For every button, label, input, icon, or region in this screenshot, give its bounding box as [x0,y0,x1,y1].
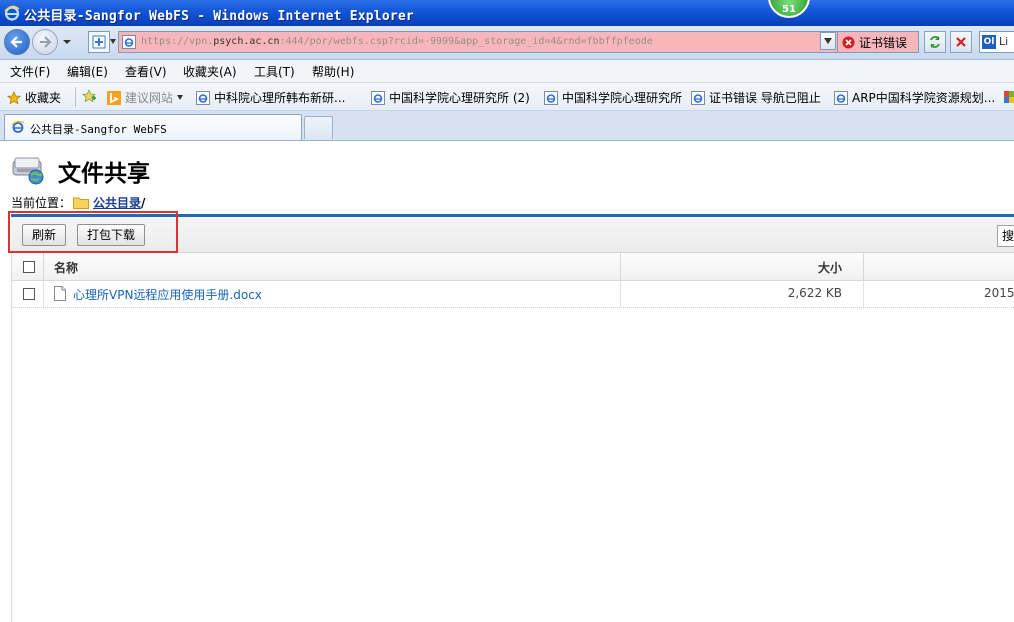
breadcrumb: 当前位置： 公共目录 / [11,194,145,211]
add-favorite-button[interactable] [82,89,96,103]
refresh-page-button[interactable] [924,31,946,53]
certificate-error-button[interactable]: 证书错误 [838,31,919,53]
refresh-icon [930,36,940,48]
new-tab-button[interactable] [304,116,333,139]
add-star-icon [82,89,96,103]
favorite-link-label: 中国科学院心理研究所 [562,91,683,105]
ie-page-icon [691,90,705,105]
ie-page-icon [834,90,848,105]
column-divider [863,281,864,307]
star-icon [7,90,21,104]
compatibility-add-button[interactable] [88,31,110,53]
shield-error-icon [842,36,855,48]
favorite-link-label: 中科院心理所韩布新研... [214,91,346,105]
url-prefix: https://vpn. [141,36,214,47]
file-share-icon [12,157,44,185]
ie-logo-icon [11,120,25,133]
highlight-annotation-box [8,211,178,253]
forward-button[interactable] [32,29,58,55]
favorite-link-3[interactable]: 中国科学院心理研究所 [544,89,682,106]
window-title-bar: 公共目录-Sangfor WebFS - Windows Internet Ex… [0,0,1014,26]
url-field[interactable]: https://vpn.psych.ac.cn:444/por/webfs.cs… [118,31,838,53]
page-title: 文件共享 [58,161,150,187]
document-file-icon [54,286,66,301]
favorite-link-label: 证书错误 导航已阻止 [709,91,821,105]
url-path: :444/por/webfs.csp?rcid=-9999&app_storag… [279,36,653,47]
tab-bar: 公共目录-Sangfor WebFS [0,111,1014,141]
search-provider-icon: Ol [982,35,996,49]
windows-flag-icon[interactable] [1004,90,1014,104]
column-divider [620,281,621,307]
ie-page-icon [371,90,385,105]
favorite-link-2[interactable]: 中国科学院心理研究所 (2) [371,89,530,106]
file-date: 2015 [984,286,1014,300]
favorite-link-5[interactable]: ARP中国科学院资源规划... [834,89,995,106]
row-checkbox[interactable] [23,288,35,300]
history-dropdown-icon[interactable] [62,38,72,46]
url-dropdown-button[interactable] [820,32,836,50]
file-size: 2,622 KB [787,286,842,300]
menu-bar: 文件(F) 编辑(E) 查看(V) 收藏夹(A) 工具(T) 帮助(H) [0,60,1014,83]
select-all-checkbox[interactable] [23,261,35,273]
favorite-link-1[interactable]: 中科院心理所韩布新研... [196,89,345,106]
url-host: psych.ac.cn [213,36,280,47]
file-name-link[interactable]: 心理所VPN远程应用使用手册.docx [73,286,262,303]
column-header-name[interactable]: 名称 [54,259,78,276]
folder-icon [73,197,90,209]
file-grid [11,253,1014,622]
column-divider [863,253,864,280]
certificate-error-label: 证书错误 [859,35,908,50]
chevron-down-icon[interactable] [110,39,116,44]
breadcrumb-separator: / [141,195,146,210]
tab-title: 公共目录-Sangfor WebFS [30,123,167,136]
grid-header: 名称 大小 [12,253,1014,281]
forward-arrow-icon [40,36,52,48]
favorite-link-label: ARP中国科学院资源规划... [852,91,996,105]
ie-page-icon [122,35,136,49]
menu-help[interactable]: 帮助(H) [312,63,354,80]
chevron-down-icon [177,95,184,100]
column-header-size[interactable]: 大小 [632,259,842,276]
bing-icon [107,90,121,105]
favorite-link-4[interactable]: 证书错误 导航已阻止 [691,89,821,106]
suggested-sites-label: 建议网站 [125,91,174,105]
stop-button[interactable] [950,31,972,53]
ie-page-icon [196,90,210,105]
favorites-divider [75,87,76,107]
favorites-button[interactable]: 收藏夹 [7,89,61,106]
tab-active[interactable]: 公共目录-Sangfor WebFS [4,114,302,140]
column-divider [43,281,44,307]
favorite-link-label: 中国科学院心理研究所 (2) [389,91,530,105]
ie-page-icon [544,90,558,105]
location-label: 当前位置： [11,196,72,210]
column-divider [620,253,621,280]
favorites-bar: 收藏夹 建议网站 中科院心理所韩布新研... 中国科学院心理研究所 (2) 中国… [0,83,1014,111]
file-search-button[interactable]: 搜 [997,225,1014,247]
stop-x-icon [956,37,966,47]
address-toolbar: https://vpn.psych.ac.cn:444/por/webfs.cs… [0,26,1014,60]
window-title: 公共目录-Sangfor WebFS - Windows Internet Ex… [24,9,414,24]
search-provider-box[interactable]: Ol Li [979,31,1014,53]
table-row[interactable]: 心理所VPN远程应用使用手册.docx 2,622 KB 2015 [12,281,1014,308]
menu-favorites[interactable]: 收藏夹(A) [183,63,237,80]
column-divider [43,253,44,280]
suggested-sites-button[interactable]: 建议网站 [107,89,184,106]
back-button[interactable] [4,29,30,55]
page-content: 文件共享 当前位置： 公共目录 / 刷新 打包下载 搜 名称 大小 心理所VPN… [0,141,1014,622]
search-provider-label: Li [999,35,1009,48]
back-arrow-icon [10,36,22,48]
favorites-label: 收藏夹 [25,91,62,105]
menu-edit[interactable]: 编辑(E) [67,63,108,80]
chevron-down-icon [824,38,832,44]
plus-page-icon [92,35,106,49]
menu-tools[interactable]: 工具(T) [254,63,295,80]
ie-logo-icon [4,5,20,21]
breadcrumb-link-public[interactable]: 公共目录 [93,194,141,211]
menu-file[interactable]: 文件(F) [10,63,50,80]
menu-view[interactable]: 查看(V) [125,63,167,80]
